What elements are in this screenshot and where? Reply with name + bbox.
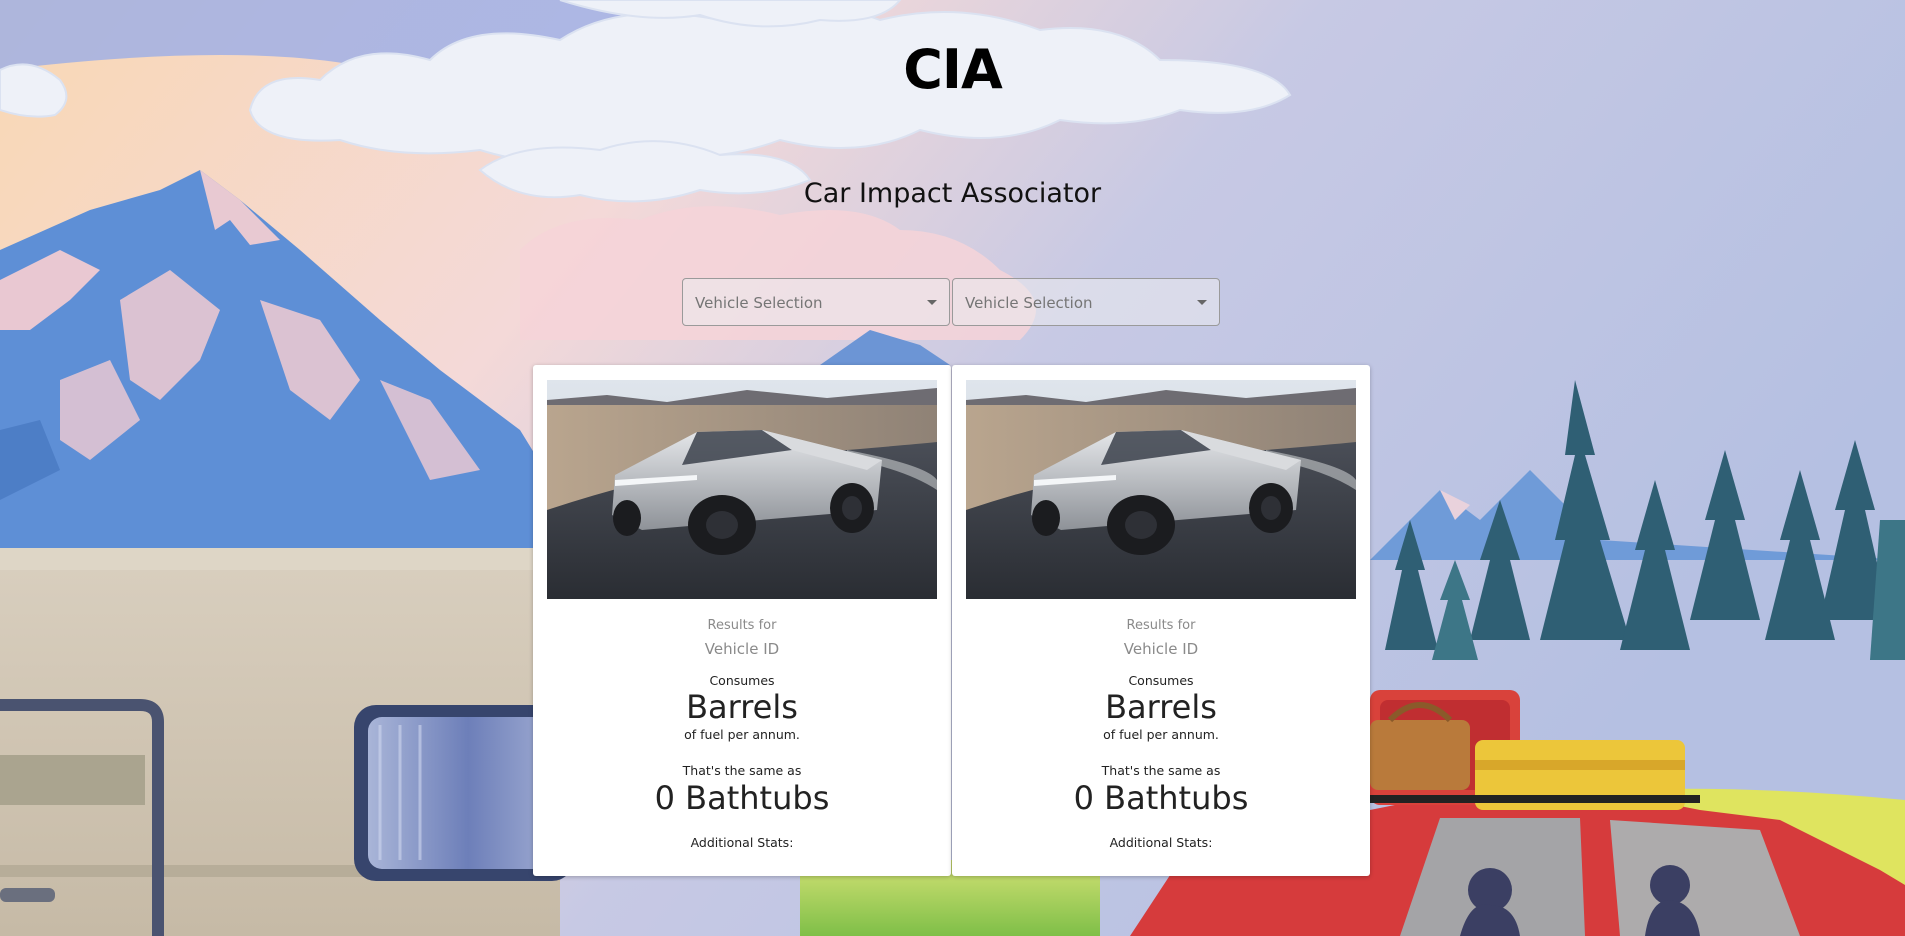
vehicle-select-right-placeholder: Vehicle Selection xyxy=(965,294,1093,312)
same-as-label: That's the same as xyxy=(1101,763,1221,778)
caret-down-icon xyxy=(927,300,937,305)
vehicle-select-left-placeholder: Vehicle Selection xyxy=(695,294,823,312)
consumes-label: Consumes xyxy=(1128,673,1194,688)
additional-stats-label: Additional Stats: xyxy=(1109,835,1213,850)
vehicle-select-right[interactable]: Vehicle Selection xyxy=(952,278,1220,326)
vehicle-photo xyxy=(547,380,937,599)
vehicle-select-left[interactable]: Vehicle Selection xyxy=(682,278,950,326)
results-for-label: Results for xyxy=(707,618,777,633)
barrels-value: Barrels xyxy=(686,688,798,726)
vehicle-card-right: Results for Vehicle ID Consumes Barrels … xyxy=(952,365,1370,876)
barrels-value: Barrels xyxy=(1105,688,1217,726)
bathtubs-value: 0 Bathtubs xyxy=(654,779,830,817)
app-subtitle: Car Impact Associator xyxy=(803,178,1102,209)
bathtubs-value: 0 Bathtubs xyxy=(1073,779,1249,817)
additional-stats-label: Additional Stats: xyxy=(690,835,794,850)
app-title: CIA xyxy=(903,38,1003,101)
fuel-per-annum-label: of fuel per annum. xyxy=(684,727,800,742)
results-for-label: Results for xyxy=(1126,618,1196,633)
vehicle-id: Vehicle ID xyxy=(704,640,780,658)
same-as-label: That's the same as xyxy=(682,763,802,778)
consumes-label: Consumes xyxy=(709,673,775,688)
app-root: CIA Car Impact Associator Vehicle Select… xyxy=(0,0,1905,936)
vehicle-card-left: Results for Vehicle ID Consumes Barrels … xyxy=(533,365,951,876)
caret-down-icon xyxy=(1197,300,1207,305)
vehicle-photo xyxy=(966,380,1356,599)
vehicle-id: Vehicle ID xyxy=(1123,640,1199,658)
fuel-per-annum-label: of fuel per annum. xyxy=(1103,727,1219,742)
